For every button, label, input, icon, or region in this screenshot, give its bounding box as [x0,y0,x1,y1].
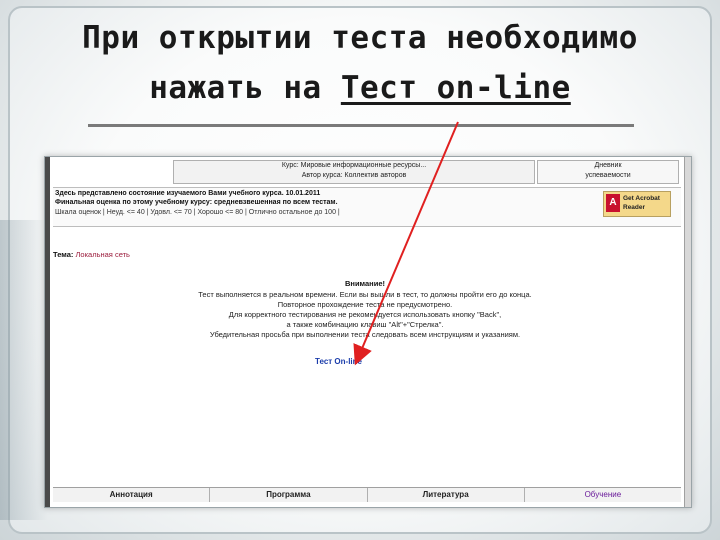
acrobat-label-line2: Reader [623,204,646,211]
notice-line: Убедительная просьба при выполнении тест… [209,330,521,339]
course-author: Автор курса: Коллектив авторов [301,172,407,179]
left-border [45,157,50,507]
acrobat-label-line1: Get Acrobat [623,195,660,202]
notice-line: Повторное прохождение теста не предусмот… [277,300,453,309]
browser-screenshot: Курс: Мировые информационные ресурсы... … [44,156,692,508]
diary-label-line1: Дневник [594,162,622,169]
topic-row: Тема: Локальная сеть [53,250,130,259]
course-header: Курс: Мировые информационные ресурсы... … [173,160,535,184]
topic-label: Тема: [53,250,74,259]
tab-annotation[interactable]: Аннотация [53,488,211,502]
notice-line: Для корректного тестирования не рекоменд… [228,310,502,319]
get-acrobat-reader-button[interactable]: A Get Acrobat Reader [603,191,671,217]
title-separator [88,124,634,127]
acrobat-label: Get Acrobat Reader [623,194,660,212]
decorative-background [0,220,48,520]
test-online-link[interactable]: Тест On-line [315,357,362,366]
topic-name: Локальная сеть [75,250,130,259]
slide-title-highlight: Тест on-line [340,70,571,106]
tab-learning[interactable]: Обучение [525,488,681,502]
scrollbar[interactable] [684,157,691,507]
course-info-panel: Здесь представлено состояние изучаемого … [53,187,681,227]
diary-label-line2: успеваемости [585,172,631,179]
info-status-line: Здесь представлено состояние изучаемого … [55,190,321,197]
diary-link[interactable]: Дневник успеваемости [537,160,679,184]
info-grade-line: Финальная оценка по этому учебному курсу… [55,199,338,206]
course-title: Курс: Мировые информационные ресурсы... [281,162,427,169]
slide-title-line-1: При открытии теста необходимо [82,20,638,56]
tab-literature[interactable]: Литература [368,488,525,502]
acrobat-icon: A [606,194,620,212]
tab-program[interactable]: Программа [210,488,368,502]
slide-title-line-2: нажать на Тест on-line [0,70,720,106]
notice-title: Внимание! [345,279,385,288]
slide-title-prefix: нажать на [149,70,341,106]
notice-line: а также комбинацию клавиш "Alt"+"Стрелка… [286,320,444,329]
footer-nav: Аннотация Программа Литература Обучение [53,487,681,502]
notice-line: Тест выполняется в реальном времени. Есл… [198,290,532,299]
info-scale-line: Шкала оценок | Неуд. <= 40 | Удовл. <= 7… [55,209,340,216]
